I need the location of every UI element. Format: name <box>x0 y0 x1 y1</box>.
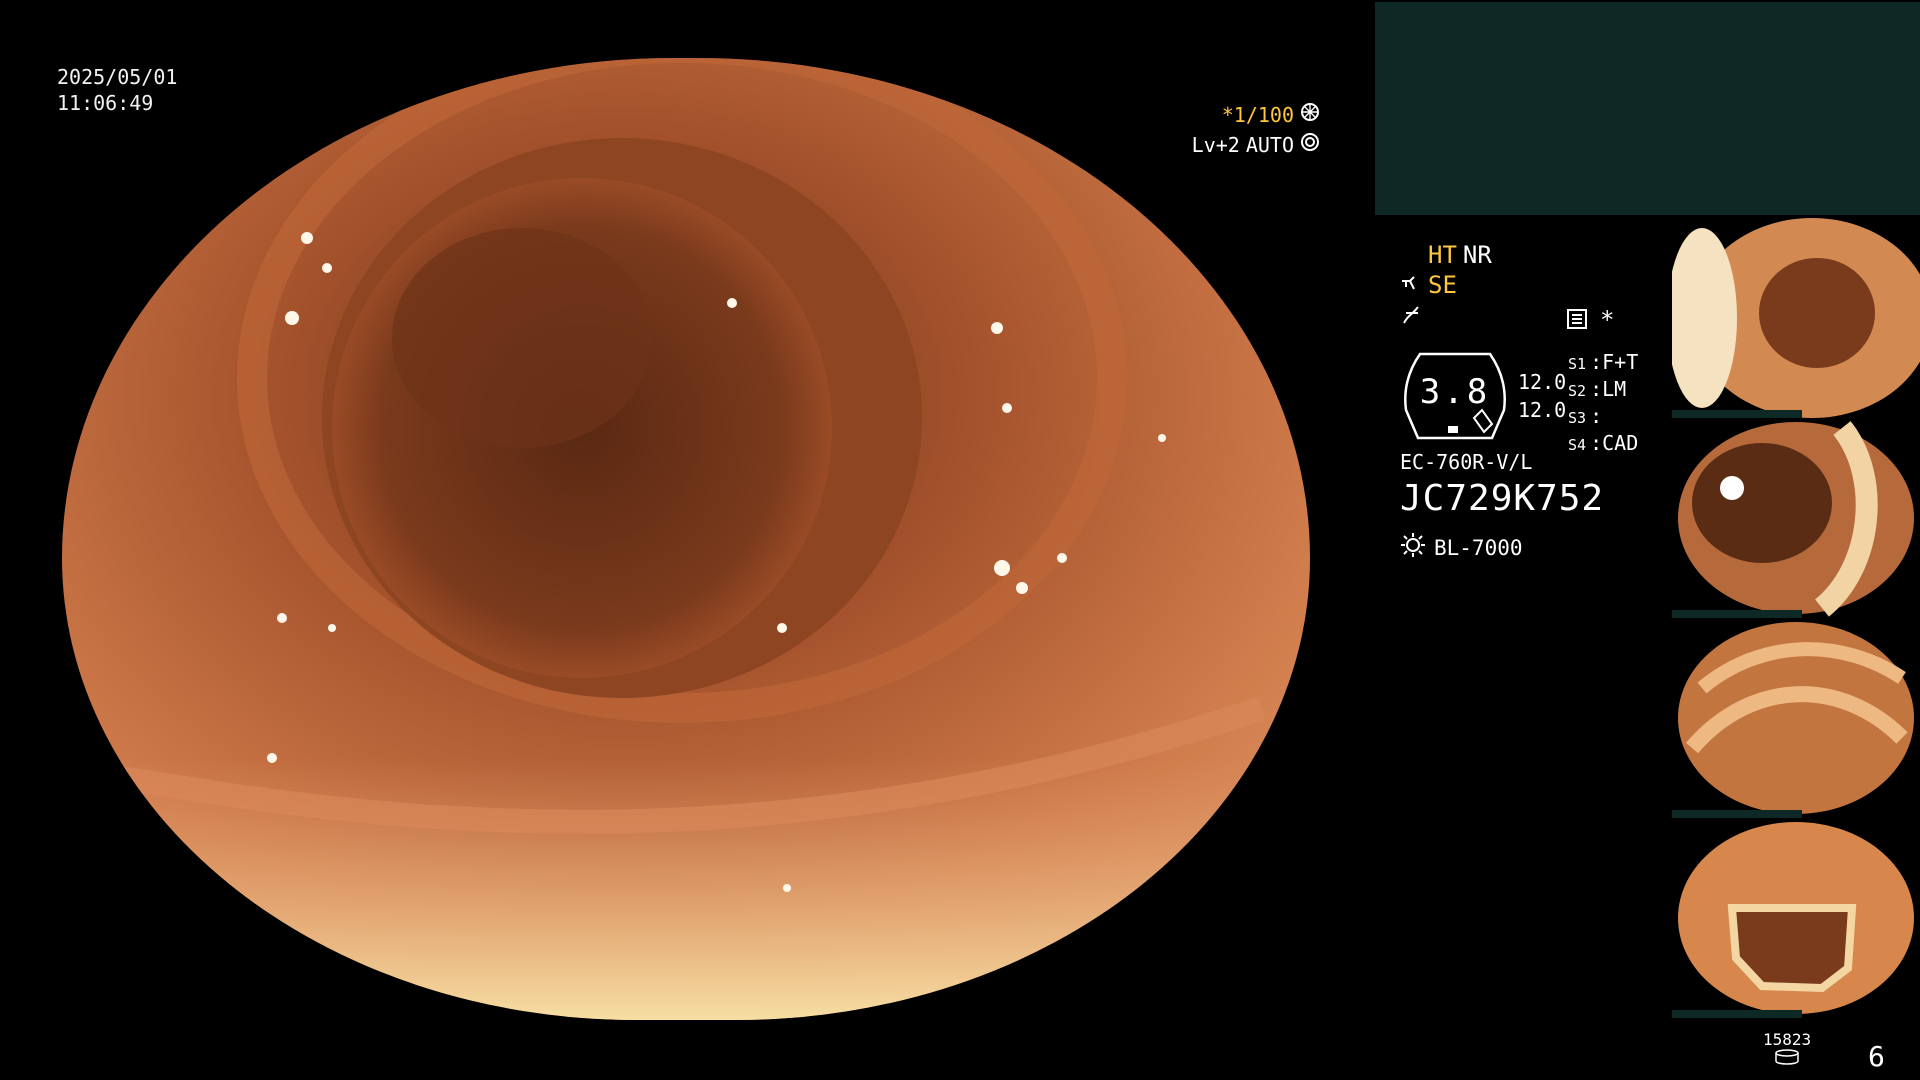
scope-button-2: S2:LM <box>1568 377 1627 401</box>
auto-iris-icon <box>1300 131 1320 159</box>
storage-icon <box>1774 1049 1800 1069</box>
scope-serial: JC729K752 <box>1400 478 1605 519</box>
shutter-icon <box>1300 101 1320 129</box>
zoom-value: 3.8 <box>1419 372 1491 412</box>
mode-text: AUTO <box>1245 133 1294 157</box>
param-1: 12.0 <box>1518 370 1567 394</box>
se-indicator: SE <box>1428 271 1457 299</box>
nr-indicator: NR <box>1462 241 1492 269</box>
star-indicator: * <box>1600 306 1615 334</box>
shutter-speed: *1/100 <box>1221 103 1294 127</box>
info-panel-header <box>1375 2 1920 215</box>
image-counter: 15823 <box>1763 1030 1811 1069</box>
processing-status: HT NR SE <box>1400 240 1492 330</box>
thumbnail-3[interactable] <box>1672 618 1920 818</box>
scope-icon <box>1400 275 1422 295</box>
datetime: 2025/05/01 11:06:49 <box>57 64 177 116</box>
thumbnail-2[interactable] <box>1672 418 1920 618</box>
scope-button-4: S4:CAD <box>1568 431 1639 455</box>
level-text: Lv+2 <box>1191 133 1240 157</box>
time-text: 11:06:49 <box>57 91 154 115</box>
date-text: 2025/05/01 <box>57 65 178 89</box>
thumbnail-1[interactable] <box>1672 218 1920 418</box>
image-count: 15823 <box>1763 1030 1812 1049</box>
scope-button-list: S1:F+T S2:LM S3: S4:CAD <box>1568 350 1638 458</box>
scope-model: EC-760R-V/L <box>1400 450 1533 474</box>
scope-button-1: S1:F+T <box>1568 350 1639 374</box>
thumbnail-4[interactable] <box>1672 818 1920 1018</box>
ht-indicator: HT <box>1428 241 1457 269</box>
endoscopic-view <box>62 58 1310 1020</box>
scope-button-3: S3: <box>1568 404 1603 428</box>
light-icon <box>1400 532 1426 563</box>
colon-lumen-image <box>62 58 1310 1020</box>
light-source-name: BL-7000 <box>1434 535 1523 560</box>
settings-icon <box>1566 308 1588 334</box>
page-number: 6 <box>1868 1040 1885 1073</box>
light-source: BL-7000 <box>1400 532 1523 563</box>
exposure-info: *1/100 Lv+2 AUTO <box>1192 100 1320 160</box>
freeze-icon <box>1400 305 1422 325</box>
param-2: 12.0 <box>1518 398 1567 422</box>
